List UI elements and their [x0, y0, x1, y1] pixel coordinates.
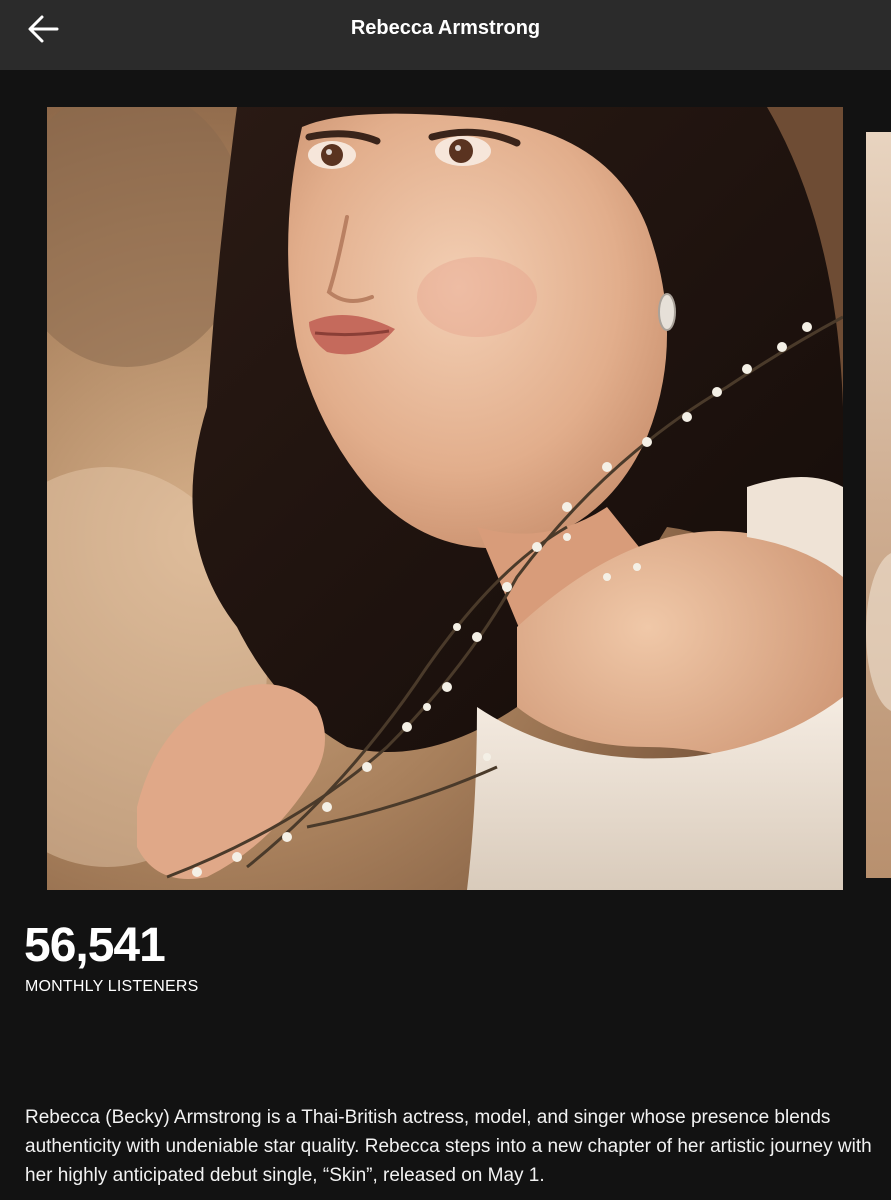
- monthly-listeners-count: 56,541: [24, 919, 166, 972]
- top-bar: Rebecca Armstrong: [0, 0, 891, 70]
- artist-photo-image: [47, 107, 843, 890]
- artist-photo-next[interactable]: [866, 132, 891, 878]
- page-title: Rebecca Armstrong: [350, 17, 541, 39]
- artist-bio: Rebecca (Becky) Armstrong is a Thai-Brit…: [25, 1107, 872, 1186]
- monthly-listeners-label: MONTHLY LISTENERS: [25, 978, 199, 995]
- artist-photo-next-image: [866, 132, 891, 878]
- artist-photo[interactable]: [47, 107, 843, 890]
- artist-about-content: 56,541 MONTHLY LISTENERS Rebecca (Becky)…: [0, 70, 891, 1200]
